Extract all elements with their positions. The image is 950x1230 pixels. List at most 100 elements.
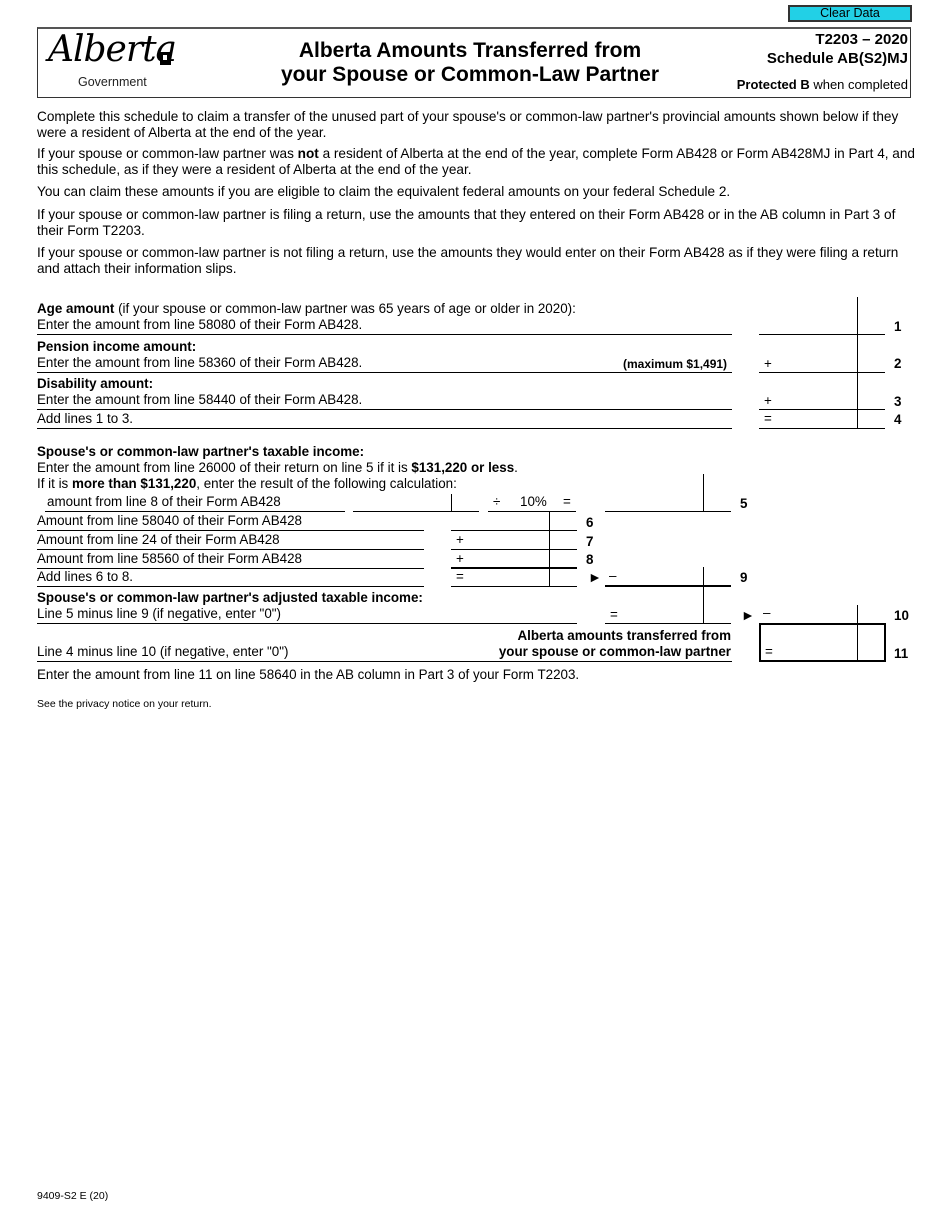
intro-paragraph-5: If your spouse or common-law partner is …	[37, 245, 917, 277]
line-1-cents-input[interactable]	[858, 316, 884, 333]
line-3-text: Enter the amount from line 58440 of thei…	[37, 392, 363, 407]
line-11-equals-operator: =	[765, 644, 773, 659]
line-7-number: 7	[586, 534, 594, 549]
line-2-plus-operator: +	[764, 356, 772, 371]
clear-data-button[interactable]: Clear Data	[788, 5, 912, 22]
line-9-result-rule	[605, 585, 731, 587]
line-6-cents-input[interactable]	[550, 513, 576, 529]
line-9-arrow-icon: ►	[588, 569, 602, 585]
line-1-field-rule	[759, 334, 885, 335]
adjusted-equals-operator: =	[610, 607, 618, 622]
line-2-dollars-input[interactable]	[775, 354, 857, 371]
line-1-dollars-input[interactable]	[775, 316, 857, 333]
threshold-emphasis: $131,220 or less	[411, 460, 515, 475]
line-11-number: 11	[894, 646, 909, 661]
line-3-number: 3	[894, 394, 902, 409]
line-1-text: Enter the amount from line 58080 of thei…	[37, 317, 363, 332]
line-6-text: Amount from line 58040 of their Form AB4…	[37, 513, 302, 528]
line-9-cents-input[interactable]	[704, 568, 730, 584]
intro-text: If your spouse or common-law partner was	[37, 146, 298, 161]
line-5-equals-operator: =	[563, 494, 571, 509]
line-11-label: Alberta amounts transferred from your sp…	[430, 628, 731, 660]
line-5-amount-cents-input[interactable]	[452, 494, 478, 510]
line-11-label-1: Alberta amounts transferred from	[517, 628, 731, 643]
line-5-dollars-input[interactable]	[606, 494, 702, 510]
line-4-cents-input[interactable]	[858, 411, 884, 427]
line-7-rule	[37, 549, 424, 550]
taxable-income-instruction-2: If it is more than $131,220, enter the r…	[37, 476, 457, 492]
instruction-text: If it is	[37, 476, 72, 491]
line-2-cents-input[interactable]	[858, 354, 884, 371]
line-10-arrow-icon: ►	[741, 607, 755, 623]
protected-note: when completed	[809, 77, 908, 92]
line-5-result-rule	[605, 511, 731, 512]
line-4-dollars-input[interactable]	[775, 411, 857, 427]
line-4-field-rule	[759, 428, 885, 429]
line-11-label-2: your spouse or common-law partner	[498, 644, 731, 659]
adjusted-dollars-input[interactable]	[620, 606, 702, 622]
line-5-cents-input[interactable]	[704, 494, 730, 510]
intro-paragraph-1: Complete this schedule to claim a transf…	[37, 109, 917, 141]
line-6-dollars-input[interactable]	[466, 513, 548, 529]
line-1-heading: Age amount (if your spouse or common-law…	[37, 301, 576, 317]
line-3-dollars-input[interactable]	[775, 391, 857, 408]
intro-paragraph-3: You can claim these amounts if you are e…	[37, 184, 917, 200]
line-2-rule	[37, 372, 732, 373]
line-7-dollars-input[interactable]	[466, 532, 548, 548]
intro-text: If your spouse or common-law partner is …	[37, 245, 899, 276]
line-9-text: Add lines 6 to 8.	[37, 569, 134, 584]
adjusted-income-heading: Spouse's or common-law partner's adjuste…	[37, 590, 423, 605]
line-9-subtotal-dollars-input[interactable]	[466, 569, 548, 585]
line-1-condition: (if your spouse or common-law partner wa…	[114, 301, 576, 316]
line-9-subtotal-cents-input[interactable]	[550, 569, 576, 585]
line-5-label-rule	[45, 511, 345, 512]
line-11-dollars-input[interactable]	[775, 642, 856, 659]
line-2-text: Enter the amount from line 58360 of thei…	[37, 355, 363, 370]
adjusted-cents-input[interactable]	[704, 606, 730, 622]
line-6-number: 6	[586, 515, 594, 530]
line-2-number: 2	[894, 356, 902, 371]
line-7-cents-input[interactable]	[550, 532, 576, 548]
line-9-dollars-input[interactable]	[620, 568, 702, 584]
line-6-rule	[37, 530, 424, 531]
line-8-number: 8	[586, 552, 594, 567]
line-8-cents-input[interactable]	[550, 550, 576, 566]
line-9-equals-operator: =	[456, 569, 464, 584]
line-3-cents-input[interactable]	[858, 391, 884, 408]
line-8-dollars-input[interactable]	[466, 550, 548, 566]
line-11-rule	[37, 661, 732, 662]
schedule-id: Schedule AB(S2)MJ	[766, 50, 908, 67]
form-code-footer: 9409-S2 E (20)	[37, 1190, 109, 1202]
line-11-text: Line 4 minus line 10 (if negative, enter…	[37, 644, 289, 659]
line-5-rate: 10%	[520, 494, 547, 509]
line-9-field-rule	[451, 586, 577, 587]
line-3-plus-operator: +	[764, 393, 772, 408]
adjusted-field-rule	[605, 623, 731, 624]
line-5-divide-operator: ÷	[493, 494, 501, 509]
line-10-cents-input[interactable]	[858, 605, 884, 622]
intro-text: Complete this schedule to claim a transf…	[37, 109, 899, 140]
threshold-emphasis: more than $131,220	[71, 476, 197, 491]
alberta-logo-mark-detail	[163, 55, 167, 60]
intro-paragraph-4: If your spouse or common-law partner is …	[37, 207, 917, 239]
line-2-field-rule	[759, 372, 885, 373]
line-1-number: 1	[894, 319, 902, 334]
instruction-text: , enter the result of the following calc…	[196, 476, 457, 491]
line-1-rule	[37, 334, 732, 335]
intro-text: If your spouse or common-law partner is …	[37, 207, 896, 238]
line-10-dollars-input[interactable]	[775, 605, 856, 622]
line-9-rule	[37, 586, 424, 587]
line-5-number: 5	[740, 496, 748, 511]
line-11-cents-input[interactable]	[858, 642, 884, 659]
form-id: T2203 – 2020	[815, 31, 908, 48]
alberta-logo-subtext: Government	[78, 75, 147, 89]
instruction-text: .	[514, 460, 518, 475]
alberta-logo-wordmark: Alberta	[48, 29, 177, 70]
line-5-amount-dollars-input[interactable]	[354, 494, 450, 510]
line-5-input-rule	[353, 511, 479, 512]
form-identifier: T2203 – 2020 Schedule AB(S2)MJ	[767, 30, 908, 68]
protected-label: Protected B when completed	[737, 77, 908, 93]
line-7-text: Amount from line 24 of their Form AB428	[37, 532, 280, 547]
line-1-title: Age amount	[37, 301, 115, 316]
line-9-number: 9	[740, 570, 748, 585]
